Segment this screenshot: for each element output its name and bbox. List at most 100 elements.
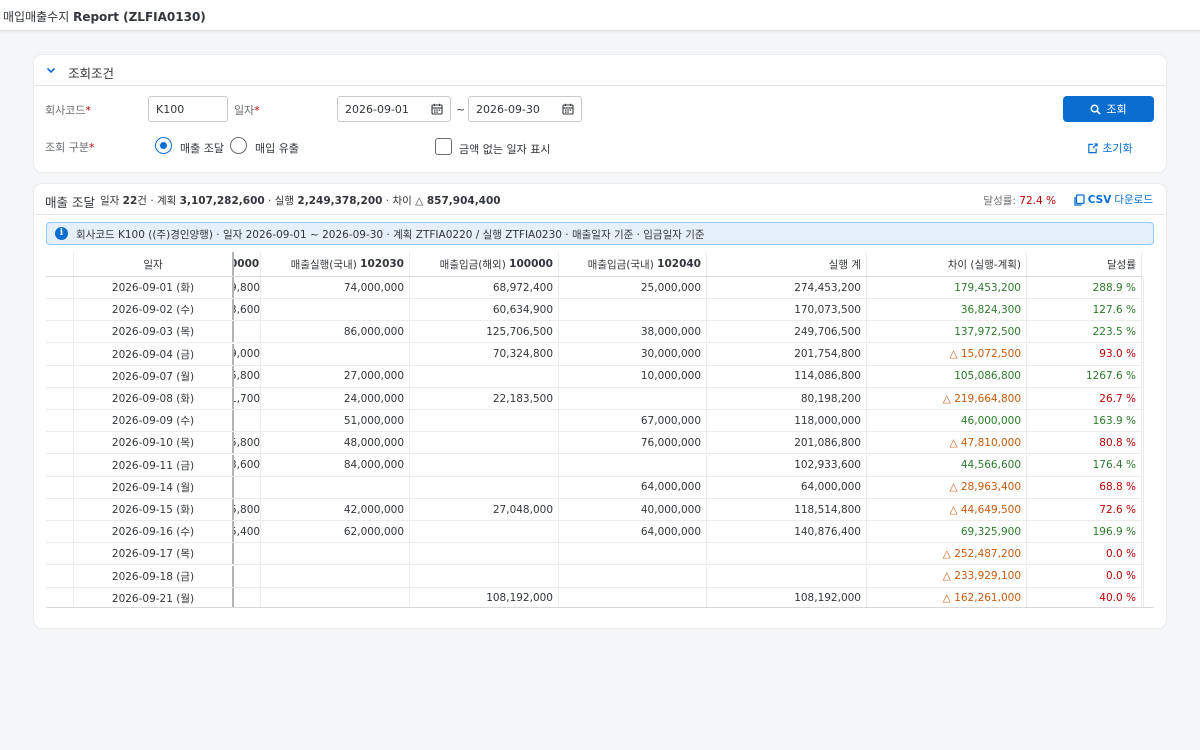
- col-header-deposit-domestic[interactable]: 매출입금(국내) 102040: [559, 252, 707, 276]
- row-selector-cell[interactable]: [46, 521, 74, 543]
- cell-actual-total: 102,933,600: [707, 454, 867, 476]
- cell-rate: 163.9 %: [1027, 410, 1142, 432]
- cell-date: 2026-09-02 (수): [74, 299, 234, 321]
- cell-partial: [234, 410, 261, 432]
- search-icon: [1090, 104, 1102, 115]
- row-selector-cell[interactable]: [46, 587, 74, 607]
- radio-purchase-outflow-label[interactable]: 매입 유출: [255, 140, 299, 156]
- cell-sales-domestic: [261, 299, 410, 321]
- cell-partial: 5,800: [234, 432, 261, 454]
- row-selector-cell[interactable]: [46, 476, 74, 498]
- radio-sales-funding-label[interactable]: 매출 조달: [180, 140, 224, 156]
- row-selector-cell[interactable]: [46, 299, 74, 321]
- cell-actual-total: 274,453,200: [707, 277, 867, 298]
- cell-sales-domestic: [261, 587, 410, 607]
- cell-date: 2026-09-04 (금): [74, 343, 234, 365]
- cell-actual-total: 118,000,000: [707, 410, 867, 432]
- cell-deposit-foreign: [410, 454, 559, 476]
- company-code-label: 회사코드*: [45, 104, 91, 117]
- cell-date: 2026-09-17 (목): [74, 543, 234, 565]
- cell-date: 2026-09-15 (화): [74, 499, 234, 520]
- col-header-sales-domestic[interactable]: 매출실행(국내) 102030: [261, 252, 410, 276]
- table-header-row: 일자 0000 매출실행(국내) 102030 매출입금(해외) 100000 …: [46, 252, 1143, 277]
- table-row[interactable]: 2026-09-17 (목) △ 252,487,200 0.0 %: [46, 543, 1143, 566]
- cell-partial: 5,800: [234, 499, 261, 520]
- table-row[interactable]: 2026-09-11 (금)3,60084,000,000 102,933,600…: [46, 454, 1143, 477]
- radio-purchase-outflow[interactable]: [230, 137, 247, 154]
- cell-deposit-foreign: 125,706,500: [410, 321, 559, 343]
- row-selector-cell[interactable]: [46, 543, 74, 565]
- cell-deposit-foreign: [410, 565, 559, 587]
- table-row[interactable]: 2026-09-14 (월) 64,000,000 64,000,000 △ 28,9…: [46, 476, 1143, 499]
- col-header-diff[interactable]: 차이 (실행-계획): [867, 252, 1027, 276]
- table-row[interactable]: 2026-09-09 (수) 51,000,000 67,000,000 118,00…: [46, 410, 1143, 433]
- company-code-input[interactable]: K100: [148, 96, 228, 122]
- cell-deposit-foreign: 27,048,000: [410, 499, 559, 520]
- table-row[interactable]: 2026-09-01 (화)9,80074,000,00068,972,4002…: [46, 277, 1143, 299]
- reset-button[interactable]: 초기화: [1080, 139, 1140, 157]
- table-row[interactable]: 2026-09-10 (목)5,80048,000,000 76,000,0002…: [46, 432, 1143, 455]
- table-row[interactable]: 2026-09-03 (목) 86,000,000 125,706,500 38,00…: [46, 321, 1143, 344]
- cell-rate: 127.6 %: [1027, 299, 1142, 321]
- table-row[interactable]: 2026-09-15 (화)5,80042,000,00027,048,0004…: [46, 499, 1143, 521]
- info-icon: i: [55, 227, 68, 240]
- cell-deposit-domestic: 40,000,000: [559, 499, 707, 520]
- cell-actual-total: 114,086,800: [707, 365, 867, 387]
- col-header-deposit-foreign[interactable]: 매출입금(해외) 100000: [410, 252, 559, 276]
- cell-diff: △ 219,664,800: [867, 388, 1027, 409]
- row-selector-cell[interactable]: [46, 454, 74, 476]
- table-row[interactable]: 2026-09-08 (화)1,70024,000,00022,183,500 8…: [46, 388, 1143, 410]
- show-empty-dates-checkbox[interactable]: [435, 138, 452, 155]
- date-to-input[interactable]: 2026-09-30: [468, 96, 582, 122]
- cell-diff: 69,325,900: [867, 521, 1027, 543]
- cell-sales-domestic: [261, 343, 410, 365]
- table-row[interactable]: 2026-09-21 (월) 108,192,000 108,192,000 △ 16…: [46, 587, 1143, 607]
- vertical-scrollbar[interactable]: [1143, 277, 1154, 607]
- cell-diff: △ 233,929,100: [867, 565, 1027, 587]
- col-header-date[interactable]: 일자: [74, 252, 234, 276]
- search-button[interactable]: 조회: [1063, 96, 1154, 122]
- date-range-separator: ~: [456, 103, 466, 116]
- reset-icon: [1088, 142, 1098, 153]
- cell-deposit-foreign: 68,972,400: [410, 277, 559, 298]
- show-empty-dates-label[interactable]: 금액 없는 일자 표시: [459, 141, 550, 157]
- radio-sales-funding[interactable]: [155, 137, 172, 154]
- table-row[interactable]: 2026-09-16 (수)5,40062,000,00064,000,0001…: [46, 521, 1143, 544]
- row-selector-cell[interactable]: [46, 277, 74, 298]
- filter-panel-header[interactable]: 조회조건: [34, 55, 1166, 86]
- cell-deposit-foreign: 70,324,800: [410, 343, 559, 365]
- csv-download-button[interactable]: CSV 다운로드: [1073, 192, 1153, 207]
- data-table[interactable]: 일자 0000 매출실행(국내) 102030 매출입금(해외) 100000 …: [46, 252, 1154, 608]
- row-selector-cell[interactable]: [46, 365, 74, 387]
- cell-deposit-domestic: 64,000,000: [559, 521, 707, 543]
- row-selector-cell[interactable]: [46, 388, 74, 409]
- row-selector-cell[interactable]: [46, 321, 74, 343]
- table-row[interactable]: 2026-09-02 (수)3,600 60,634,900 170,073,500…: [46, 299, 1143, 322]
- cell-actual-total: [707, 565, 867, 587]
- calendar-icon[interactable]: [431, 103, 443, 115]
- row-selector-cell[interactable]: [46, 565, 74, 587]
- app-header: 매입매출수지 Report (ZLFIA0130): [0, 0, 1200, 31]
- cell-sales-domestic: 51,000,000: [261, 410, 410, 432]
- cell-date: 2026-09-01 (화): [74, 277, 234, 298]
- chevron-down-icon[interactable]: [44, 63, 58, 77]
- row-selector-cell[interactable]: [46, 410, 74, 432]
- cell-sales-domestic: 62,000,000: [261, 521, 410, 543]
- cell-deposit-domestic: 38,000,000: [559, 321, 707, 343]
- row-selector-cell[interactable]: [46, 343, 74, 365]
- calendar-icon[interactable]: [562, 103, 574, 115]
- date-from-input[interactable]: 2026-09-01: [337, 96, 451, 122]
- achievement-rate: 달성률: 72.4 %: [983, 195, 1056, 207]
- col-header-actual-total[interactable]: 실행 계: [707, 252, 867, 276]
- col-header-rate[interactable]: 달성률: [1027, 252, 1142, 276]
- table-row[interactable]: 2026-09-07 (월)5,80027,000,00010,000,0001…: [46, 365, 1143, 388]
- col-header-partial[interactable]: 0000: [234, 252, 261, 276]
- table-row[interactable]: 2026-09-18 (금) △ 233,929,100 0.0 %: [46, 565, 1143, 588]
- row-selector-cell[interactable]: [46, 499, 74, 520]
- table-row[interactable]: 2026-09-04 (금)9,000 70,324,80030,000,0002…: [46, 343, 1143, 366]
- cell-rate: 72.6 %: [1027, 499, 1142, 520]
- row-selector-cell[interactable]: [46, 432, 74, 454]
- info-banner: i 회사코드 K100 ((주)경인양행) · 일자 2026-09-01 ~ …: [46, 222, 1154, 245]
- cell-deposit-foreign: [410, 432, 559, 454]
- cell-partial: 3,600: [234, 299, 261, 321]
